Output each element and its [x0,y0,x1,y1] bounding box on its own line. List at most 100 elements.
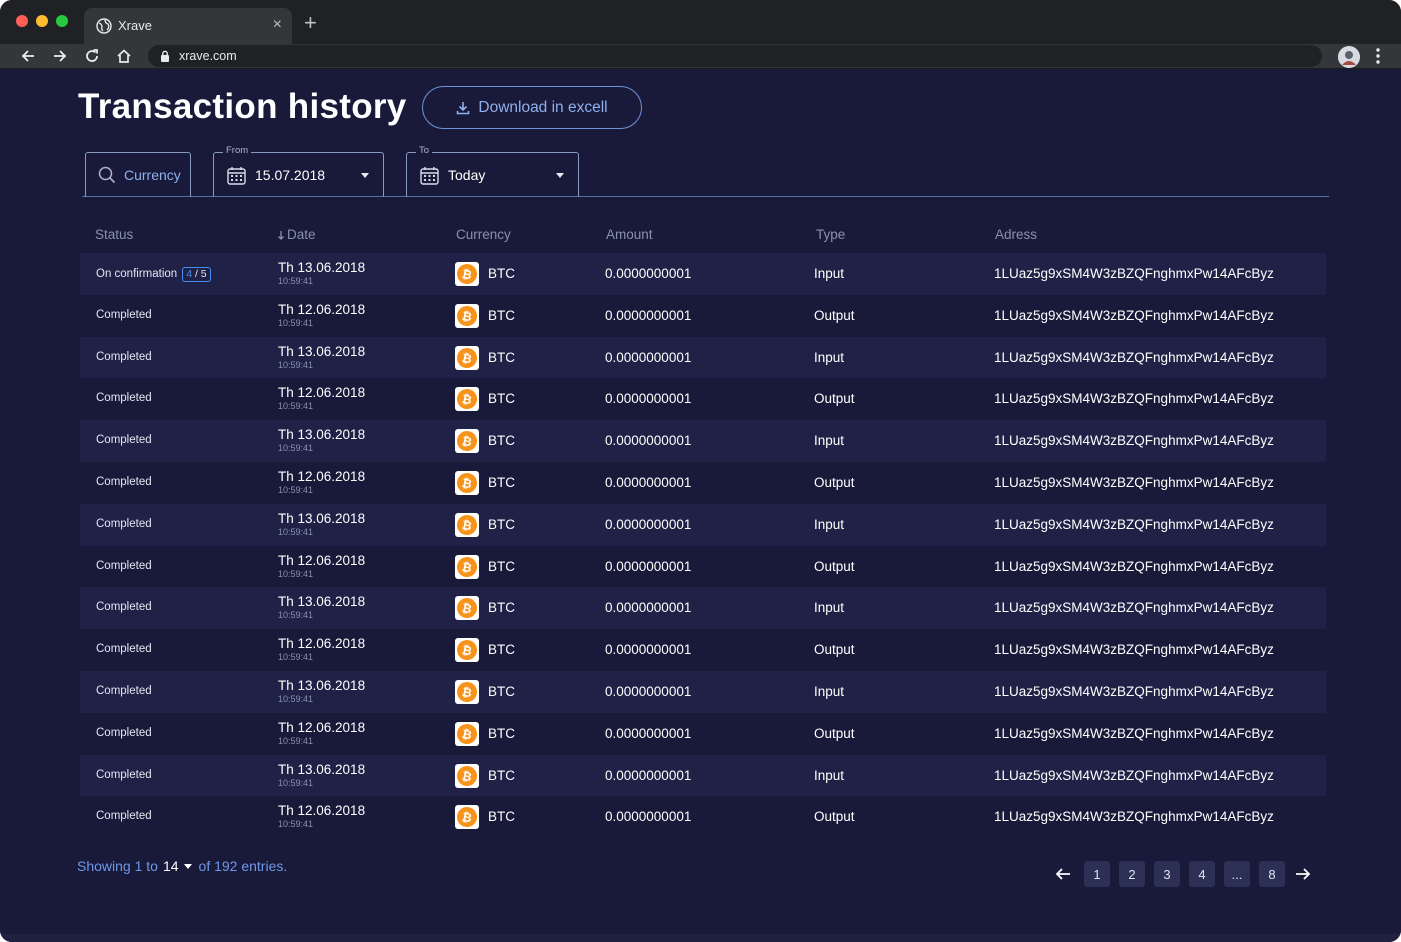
table-row[interactable]: Completed Th 12.06.2018 10:59:41 ₿ BTC 0.0000… [80,378,1326,420]
date-text: Th 12.06.2018 [278,468,366,484]
table-row[interactable]: Completed Th 12.06.2018 10:59:41 ₿ BTC 0.0000… [80,796,1326,838]
page-button[interactable]: ... [1224,861,1250,887]
status-text: Completed [96,308,152,321]
time-text: 10:59:41 [278,777,314,788]
table-row[interactable]: Completed Th 12.06.2018 10:59:41 ₿ BTC 0.0000… [80,462,1326,504]
close-window-button[interactable] [16,15,28,27]
date-text: Th 12.06.2018 [278,301,366,317]
amount-text: 0.0000000001 [605,391,692,407]
confirmation-total: 5 [200,268,207,280]
date-text: Th 13.06.2018 [278,761,366,777]
browser-tab[interactable]: Xrave × [84,8,292,44]
currency-text: BTC [488,307,515,323]
date-text: Th 13.06.2018 [278,594,366,610]
type-text: Output [814,725,855,741]
date-text: Th 12.06.2018 [278,803,366,819]
entries-info: Showing 1 to 14 of 192 entries. [77,858,287,874]
status-cell: Completed [96,769,152,781]
next-page-button[interactable] [1290,861,1316,887]
time-text: 10:59:41 [278,526,314,537]
new-tab-icon[interactable]: + [304,12,317,34]
page-size-select[interactable]: 14 [163,858,179,874]
header-date[interactable]: Date [277,227,316,242]
address-text: 1LUaz5g9xSM4W3zBZQFnghmxPw14AFcByz [994,474,1274,490]
page-button[interactable]: 1 [1084,861,1110,887]
address-text: 1LUaz5g9xSM4W3zBZQFnghmxPw14AFcByz [994,600,1274,616]
profile-avatar[interactable] [1338,46,1360,68]
page-button[interactable]: 4 [1189,861,1215,887]
type-text: Output [814,558,855,574]
from-date-value: 15.07.2018 [255,167,326,183]
status-cell: Completed [96,643,152,655]
browser-window: Xrave × + xrave.com Transaction history … [0,0,1401,942]
date-text: Th 12.06.2018 [278,552,366,568]
status-cell: Completed [96,727,152,739]
date-text: Th 13.06.2018 [278,343,366,359]
bitcoin-icon: ₿ [455,554,479,579]
prev-page-button[interactable] [1050,861,1076,887]
currency-search-field[interactable]: Currency [85,152,191,197]
status-cell: Completed [96,560,152,572]
address-bar[interactable]: xrave.com [148,45,1322,67]
from-date-select[interactable]: From 15.07.2018 [213,145,384,197]
table-row[interactable]: Completed Th 12.06.2018 10:59:41 ₿ BTC 0.0000… [80,629,1326,671]
date-cell: Th 13.06.2018 10:59:41 [278,427,365,453]
time-text: 10:59:41 [278,693,314,704]
time-text: 10:59:41 [278,610,314,621]
bitcoin-icon: ₿ [455,470,479,495]
table-row[interactable]: On confirmation 4 / 5 Th 13.06.2018 10:59:4… [80,253,1326,295]
time-text: 10:59:41 [278,652,314,663]
lock-icon [161,50,169,62]
date-cell: Th 12.06.2018 10:59:41 [278,636,365,662]
browser-menu-icon[interactable] [1372,47,1384,65]
type-text: Output [814,391,855,407]
calendar-icon [227,166,246,185]
to-legend: To [416,145,433,156]
amount-text: 0.0000000001 [605,266,692,281]
status-text: Completed [96,475,152,488]
bitcoin-icon: ₿ [455,721,479,746]
currency-text: BTC [488,600,515,616]
table-row[interactable]: Completed Th 13.06.2018 10:59:41 ₿ BTC 0.0000… [80,754,1326,797]
address-text: 1LUaz5g9xSM4W3zBZQFnghmxPw14AFcByz [994,516,1274,532]
currency-text: BTC [488,433,515,449]
page-button[interactable]: 2 [1119,861,1145,887]
table-row[interactable]: Completed Th 12.06.2018 10:59:41 ₿ BTC 0.0000… [80,713,1326,755]
filter-bar: Currency From 15.07.2018 To Today [82,145,1329,197]
header-status[interactable]: Status [95,227,133,242]
status-text: Completed [96,684,152,697]
forward-arrow-icon[interactable] [51,47,69,65]
table-row[interactable]: Completed Th 13.06.2018 10:59:41 ₿ BTC 0.0000… [80,420,1326,462]
search-icon [98,166,116,184]
download-excel-button[interactable]: Download in excell [422,86,642,129]
amount-text: 0.0000000001 [605,809,692,825]
header-date-label: Date [287,227,316,242]
reload-icon[interactable] [83,47,101,65]
type-text: Input [814,683,845,699]
table-row[interactable]: Completed Th 13.06.2018 10:59:41 ₿ BTC 0.0000… [80,587,1326,630]
avatar-icon [1338,46,1360,68]
time-text: 10:59:41 [278,735,314,746]
maximize-window-button[interactable] [56,15,68,27]
type-text: Input [814,266,845,281]
table-row[interactable]: Completed Th 13.06.2018 10:59:41 ₿ BTC 0.0000… [80,336,1326,379]
table-row[interactable]: Completed Th 13.06.2018 10:59:41 ₿ BTC 0.0000… [80,670,1326,713]
date-cell: Th 13.06.2018 10:59:41 [278,260,365,286]
tab-close-icon[interactable]: × [273,16,282,34]
table-row[interactable]: Completed Th 12.06.2018 10:59:41 ₿ BTC 0.0000… [80,546,1326,588]
header-type[interactable]: Type [816,227,845,242]
page-button[interactable]: 8 [1259,861,1285,887]
header-amount[interactable]: Amount [606,227,653,242]
table-row[interactable]: Completed Th 13.06.2018 10:59:41 ₿ BTC 0.0000… [80,503,1326,546]
page-button[interactable]: 3 [1154,861,1180,887]
table-row[interactable]: Completed Th 12.06.2018 10:59:41 ₿ BTC 0.0000… [80,295,1326,337]
amount-text: 0.0000000001 [605,474,692,490]
home-icon[interactable] [115,47,133,65]
to-date-select[interactable]: To Today [406,145,579,197]
minimize-window-button[interactable] [36,15,48,27]
header-address[interactable]: Adress [995,227,1037,242]
header-currency[interactable]: Currency [456,227,511,242]
address-text: 1LUaz5g9xSM4W3zBZQFnghmxPw14AFcByz [994,809,1274,825]
back-arrow-icon[interactable] [19,47,37,65]
chevron-down-icon[interactable] [183,863,192,869]
